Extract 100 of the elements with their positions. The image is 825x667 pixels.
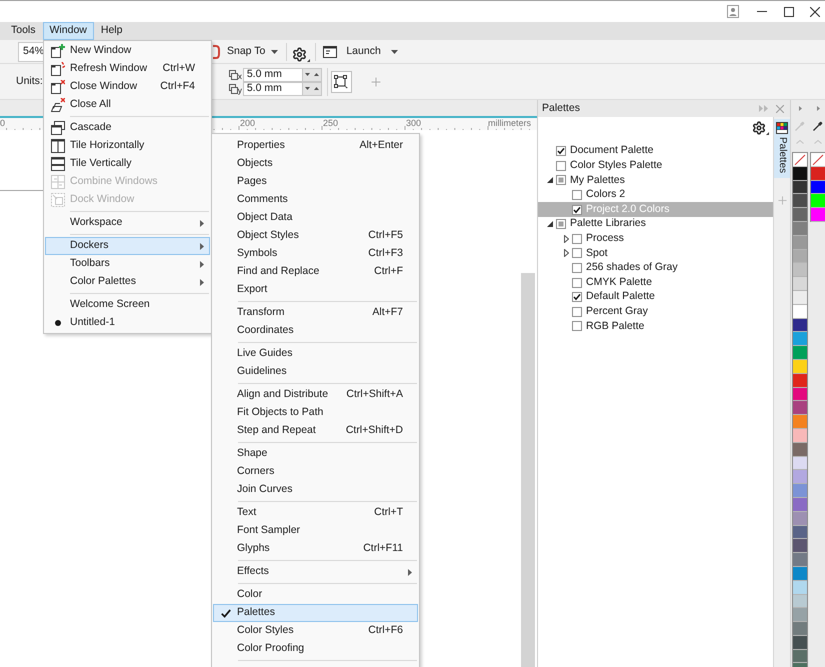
menu-item[interactable]: Text Ctrl+T xyxy=(213,504,418,522)
color-swatch[interactable] xyxy=(793,456,807,470)
settings-icon[interactable] xyxy=(752,121,769,135)
tree-item[interactable]: 256 shades of Gray xyxy=(538,260,773,276)
color-swatch[interactable] xyxy=(793,526,807,540)
tree-item[interactable]: Percent Gray xyxy=(538,304,773,320)
color-swatch[interactable] xyxy=(793,470,807,484)
checkbox[interactable] xyxy=(572,292,582,302)
menu-item[interactable]: Tile Vertically xyxy=(45,155,210,173)
tree-item[interactable]: Default Palette xyxy=(538,290,773,305)
nudge-field[interactable]: 5.0 mm xyxy=(242,82,303,96)
tree-item[interactable]: Color Styles Palette xyxy=(538,158,773,174)
checkbox[interactable] xyxy=(572,306,582,317)
color-swatch[interactable] xyxy=(793,360,807,374)
menu-item[interactable]: Align and Distribute Ctrl+Shift+A xyxy=(213,386,418,404)
menu-item[interactable]: Color Proofing xyxy=(213,640,418,658)
scrollbar-thumb[interactable] xyxy=(521,273,535,667)
menu-bar-item[interactable]: Help xyxy=(94,22,130,40)
checkbox[interactable] xyxy=(572,263,582,274)
color-swatch[interactable] xyxy=(793,594,807,608)
plus-icon[interactable] xyxy=(776,194,788,208)
color-swatch[interactable] xyxy=(793,332,807,346)
checkbox[interactable] xyxy=(572,204,582,215)
color-swatch[interactable] xyxy=(793,222,807,236)
color-swatch[interactable] xyxy=(793,236,807,250)
collapsed-arrow-icon[interactable] xyxy=(564,249,568,258)
menu-item[interactable]: Live Guides xyxy=(213,345,418,363)
menu-item[interactable]: Coordinates xyxy=(213,322,418,340)
menu-item[interactable]: Shape xyxy=(213,445,418,463)
color-swatch[interactable] xyxy=(811,166,825,181)
close-icon[interactable] xyxy=(810,6,820,16)
checkbox[interactable] xyxy=(556,160,566,171)
tree-item[interactable]: CMYK Palette xyxy=(538,275,773,290)
menu-item[interactable]: Font Sampler xyxy=(213,522,418,540)
color-swatch[interactable] xyxy=(793,208,807,222)
menu-item[interactable]: Symbols Ctrl+F3 xyxy=(213,245,418,263)
menu-item[interactable]: Objects xyxy=(213,155,418,173)
eyedropper-icon[interactable] xyxy=(813,121,823,131)
menu-item[interactable]: Cascade xyxy=(45,119,210,137)
maximize-icon[interactable] xyxy=(784,6,794,16)
tree-item[interactable]: Document Palette xyxy=(538,144,773,159)
color-swatch[interactable] xyxy=(793,304,807,319)
menu-item[interactable]: Object Styles Ctrl+F5 xyxy=(213,227,418,245)
menu-item[interactable]: Step and Repeat Ctrl+Shift+D xyxy=(213,422,418,440)
menu-item[interactable]: Pages xyxy=(213,173,418,191)
color-swatch[interactable] xyxy=(793,346,807,360)
frame-button[interactable] xyxy=(330,70,352,92)
nudge-field[interactable]: 5.0 mm xyxy=(242,68,303,82)
color-swatch[interactable] xyxy=(793,566,807,581)
color-swatch[interactable] xyxy=(793,650,807,664)
menu-item[interactable]: Color xyxy=(213,586,418,604)
menu-item[interactable]: Untitled-1 xyxy=(45,314,210,332)
no-color-swatch[interactable] xyxy=(793,153,807,167)
checkbox[interactable] xyxy=(572,321,582,332)
chevron-up-icon[interactable] xyxy=(814,140,822,144)
menu-item[interactable]: Color Styles Ctrl+F6 xyxy=(213,622,418,640)
color-swatch[interactable] xyxy=(793,194,807,208)
menu-item[interactable]: Corners xyxy=(213,463,418,481)
color-swatch[interactable] xyxy=(811,194,825,208)
launch-button[interactable]: Launch xyxy=(319,42,402,62)
plus-icon[interactable] xyxy=(368,74,383,88)
chevron-up-icon[interactable] xyxy=(796,140,804,144)
menu-item[interactable]: Dockers xyxy=(45,237,210,255)
account-icon[interactable] xyxy=(727,5,739,18)
snap-to-button[interactable]: Snap To xyxy=(222,42,284,62)
checkbox[interactable] xyxy=(556,146,566,156)
menu-item[interactable]: Refresh Window Ctrl+W xyxy=(45,60,210,78)
menu-item[interactable]: Close Window Ctrl+F4 xyxy=(45,78,210,96)
color-swatch[interactable] xyxy=(793,539,807,554)
expanded-arrow-icon[interactable] xyxy=(547,221,553,228)
checkbox[interactable] xyxy=(556,175,566,186)
color-swatch[interactable] xyxy=(811,208,825,222)
menu-item[interactable]: Workspace xyxy=(45,214,210,232)
magnet-icon[interactable] xyxy=(212,44,220,58)
scroll-arrow-icon[interactable] xyxy=(798,106,802,111)
tree-item[interactable]: RGB Palette xyxy=(538,319,773,334)
color-swatch[interactable] xyxy=(793,442,807,457)
menu-item[interactable]: Transform Alt+F7 xyxy=(213,304,418,322)
menu-item[interactable]: Effects xyxy=(213,563,418,581)
color-swatch[interactable] xyxy=(793,250,807,264)
menu-item[interactable]: Palettes xyxy=(213,604,418,622)
color-swatch[interactable] xyxy=(793,428,807,443)
spin-button[interactable] xyxy=(302,68,322,82)
checkbox[interactable] xyxy=(572,248,582,258)
checkbox[interactable] xyxy=(572,234,582,244)
menu-bar-item[interactable]: Window xyxy=(42,22,94,40)
menu-item[interactable]: Find and Replace Ctrl+F xyxy=(213,263,418,281)
color-swatch[interactable] xyxy=(793,484,807,498)
checkbox[interactable] xyxy=(572,190,582,200)
menu-item[interactable]: Toolbars xyxy=(45,255,210,273)
color-swatch[interactable] xyxy=(793,512,807,526)
checkbox[interactable] xyxy=(572,278,582,288)
collapsed-arrow-icon[interactable] xyxy=(564,234,568,243)
color-swatch[interactable] xyxy=(793,401,807,416)
menu-item[interactable]: Join Curves xyxy=(213,481,418,499)
color-swatch[interactable] xyxy=(793,415,807,429)
menu-item[interactable]: Properties Alt+Enter xyxy=(213,137,418,155)
color-swatch[interactable] xyxy=(793,636,807,650)
double-arrow-icon[interactable] xyxy=(759,105,768,112)
scroll-arrow-icon[interactable] xyxy=(816,106,820,111)
